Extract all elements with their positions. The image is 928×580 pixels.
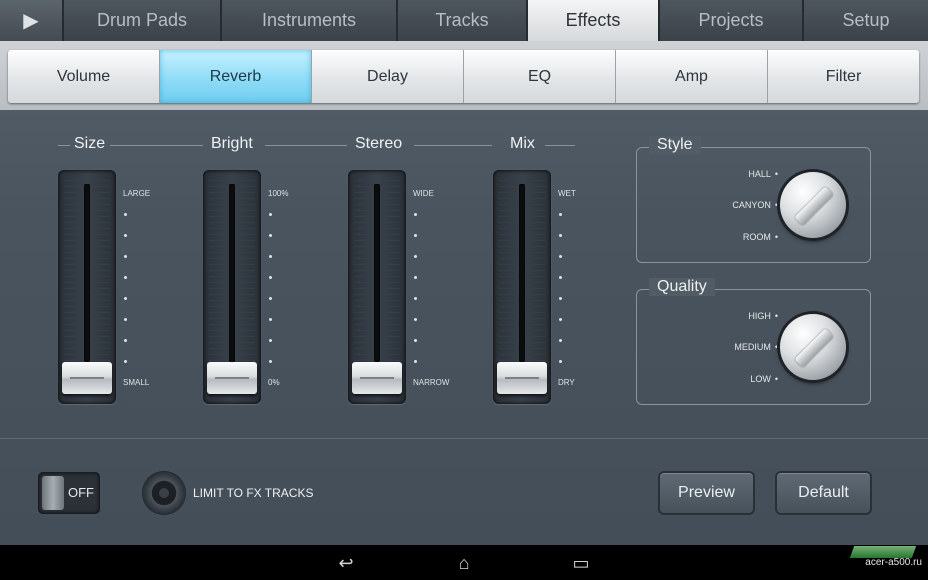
play-icon: ▶ [23, 10, 39, 32]
bright-slider[interactable] [203, 170, 261, 404]
slider-thumb[interactable] [352, 362, 402, 394]
slider-thumb[interactable] [207, 362, 257, 394]
tab-projects[interactable]: Projects [660, 0, 804, 41]
size-slider[interactable] [58, 170, 116, 404]
tab-volume[interactable]: Volume [8, 50, 160, 103]
effect-toggle[interactable]: OFF [38, 472, 100, 514]
tab-effects[interactable]: Effects [528, 0, 660, 41]
slider-bottom-label: DRY [558, 378, 575, 387]
effect-type-bar: Volume Reverb Delay EQ Amp Filter [0, 41, 928, 110]
tab-setup[interactable]: Setup [804, 0, 928, 41]
preview-button[interactable]: Preview [658, 471, 755, 515]
slider-title: Mix [510, 135, 535, 152]
slider-top-label: 100% [268, 189, 289, 198]
quality-panel: Quality HIGH MEDIUM LOW [636, 278, 871, 405]
tab-label: Tracks [435, 10, 489, 30]
toggle-handle [42, 476, 64, 510]
stereo-slider[interactable] [348, 170, 406, 404]
style-knob[interactable] [780, 172, 846, 238]
slider-thumb[interactable] [62, 362, 112, 394]
tab-drum-pads[interactable]: Drum Pads [64, 0, 222, 41]
default-button[interactable]: Default [775, 471, 872, 515]
panel-title: Style [649, 136, 701, 154]
tab-reverb[interactable]: Reverb [160, 50, 312, 103]
tab-label: Drum Pads [96, 10, 188, 30]
quality-knob[interactable] [780, 314, 846, 380]
effect-tabs: Volume Reverb Delay EQ Amp Filter [8, 50, 919, 103]
tab-label: Effects [565, 10, 621, 30]
tab-instruments[interactable]: Instruments [222, 0, 398, 41]
knob-option-label[interactable]: ROOM [743, 232, 778, 242]
mix-slider-group: Mix WET DRY [493, 135, 633, 415]
tab-eq[interactable]: EQ [464, 50, 616, 103]
tab-delay[interactable]: Delay [312, 50, 464, 103]
tab-filter[interactable]: Filter [768, 50, 919, 103]
tab-amp[interactable]: Amp [616, 50, 768, 103]
slider-top-label: LARGE [123, 189, 151, 198]
system-nav-bar: ↩ ⌂ ▭ [0, 545, 928, 580]
top-tab-bar: ▶ Drum Pads Instruments Tracks Effects P… [0, 0, 928, 41]
knob-option-label[interactable]: MEDIUM [734, 342, 778, 352]
play-button[interactable]: ▶ [0, 0, 64, 41]
slider-thumb[interactable] [497, 362, 547, 394]
tab-label: Setup [842, 10, 890, 30]
limit-fx-radio[interactable] [143, 472, 185, 514]
knob-option-label[interactable]: HALL [748, 169, 778, 179]
back-icon[interactable]: ↩ [331, 553, 361, 574]
stereo-slider-group: Stereo WIDE NARROW [348, 135, 492, 415]
slider-bottom-label: NARROW [413, 378, 450, 387]
watermark-text: acer-a500.ru [865, 557, 922, 568]
size-slider-group: Size LARGE SMALL [58, 135, 200, 415]
knob-option-label[interactable]: HIGH [748, 311, 778, 321]
knob-option-label[interactable]: CANYON [732, 200, 778, 210]
slider-title: Stereo [355, 135, 403, 152]
tab-tracks[interactable]: Tracks [398, 0, 528, 41]
slider-top-label: WIDE [413, 189, 434, 198]
divider [0, 438, 928, 439]
slider-top-label: WET [558, 189, 576, 198]
tab-label: Instruments [261, 10, 357, 30]
tab-label: Projects [698, 10, 764, 30]
slider-bottom-label: SMALL [123, 378, 150, 387]
slider-title: Size [74, 135, 106, 152]
effects-app: ▶ Drum Pads Instruments Tracks Effects P… [0, 0, 928, 545]
limit-fx-label: LIMIT TO FX TRACKS [193, 486, 314, 500]
style-panel: Style HALL CANYON ROOM [636, 136, 871, 263]
mix-slider[interactable] [493, 170, 551, 404]
bright-slider-group: Bright 100% 0% [195, 135, 347, 415]
slider-bottom-label: 0% [268, 378, 280, 387]
recents-icon[interactable]: ▭ [566, 553, 596, 574]
toggle-label: OFF [68, 485, 94, 500]
slider-title: Bright [211, 135, 253, 152]
knob-option-label[interactable]: LOW [750, 374, 778, 384]
home-icon[interactable]: ⌂ [449, 553, 479, 574]
panel-title: Quality [649, 278, 715, 296]
